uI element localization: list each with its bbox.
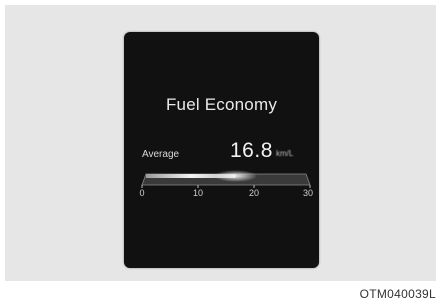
instrument-cluster-display: Fuel Economy Average 16.8 km/L 0 10 20 3… [124, 32, 319, 268]
figure-code-caption: OTM040039L [359, 287, 436, 301]
average-value: 16.8 [230, 139, 273, 162]
gauge-tick-label-30: 30 [302, 188, 314, 198]
figure-page: Fuel Economy Average 16.8 km/L 0 10 20 3… [0, 0, 442, 306]
gauge-tick-label-0: 0 [139, 188, 145, 198]
display-title: Fuel Economy [165, 95, 278, 114]
gauge-glow [213, 170, 258, 182]
average-label: Average [142, 149, 180, 160]
fuel-economy-gauge [141, 170, 311, 188]
gauge-tick-label-20: 20 [248, 188, 260, 198]
gauge-tick-label-10: 10 [192, 188, 204, 198]
average-unit: km/L [276, 149, 294, 158]
